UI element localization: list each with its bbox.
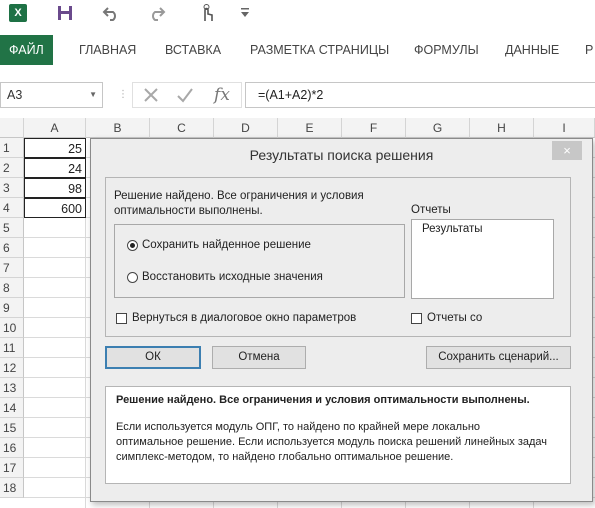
- tab-data[interactable]: ДАННЫЕ: [505, 35, 559, 65]
- return-to-parameters-label: Вернуться в диалоговое окно параметров: [132, 312, 357, 324]
- radio-unselected-icon: [127, 271, 138, 283]
- reports-label: Отчеты: [411, 204, 451, 216]
- formula-buttons: fx: [132, 82, 242, 108]
- row-header[interactable]: 16: [0, 438, 24, 458]
- dialog-title: Результаты поиска решения: [249, 147, 434, 163]
- row-header[interactable]: 2: [0, 158, 24, 178]
- info-heading: Решение найдено. Все ограничения и услов…: [116, 394, 530, 406]
- outline-reports-checkbox[interactable]: Отчеты со: [411, 311, 482, 325]
- ribbon-tabs: ФАЙЛ ГЛАВНАЯ ВСТАВКА РАЗМЕТКА СТРАНИЦЫ Ф…: [0, 35, 595, 65]
- column-header[interactable]: C: [150, 118, 214, 138]
- row-header[interactable]: 11: [0, 338, 24, 358]
- close-button[interactable]: ×: [552, 141, 582, 160]
- row-header[interactable]: 14: [0, 398, 24, 418]
- outline-reports-label: Отчеты со: [427, 312, 483, 324]
- tab-insert[interactable]: ВСТАВКА: [165, 35, 221, 65]
- row-header[interactable]: 6: [0, 238, 24, 258]
- keep-solution-radio[interactable]: Сохранить найденное решение: [127, 237, 387, 253]
- solution-info-panel: Решение найдено. Все ограничения и услов…: [105, 386, 571, 484]
- chevron-down-icon[interactable]: ▼: [89, 83, 97, 107]
- row-header[interactable]: 18: [0, 478, 24, 498]
- info-text-line: симплекс-методом, то найдено глобально о…: [116, 451, 454, 463]
- radio-selected-icon: [127, 239, 138, 251]
- cancel-button[interactable]: Отмена: [212, 346, 306, 369]
- row-header[interactable]: 4: [0, 198, 24, 218]
- formula-bar-grip-icon[interactable]: ⋮: [118, 89, 128, 100]
- column-header[interactable]: A: [24, 118, 86, 138]
- tab-page-layout[interactable]: РАЗМЕТКА СТРАНИЦЫ: [250, 35, 389, 65]
- row-header[interactable]: 9: [0, 298, 24, 318]
- tab-review-partial[interactable]: Р: [585, 35, 593, 65]
- return-to-parameters-checkbox[interactable]: Вернуться в диалоговое окно параметров: [116, 311, 356, 325]
- tab-file[interactable]: ФАЙЛ: [0, 35, 53, 65]
- row-header[interactable]: 8: [0, 278, 24, 298]
- row-header[interactable]: 5: [0, 218, 24, 238]
- row-header[interactable]: 1: [0, 138, 24, 158]
- tab-home[interactable]: ГЛАВНАЯ: [79, 35, 136, 65]
- redo-icon[interactable]: [146, 2, 168, 24]
- formula-bar: A3 ▼ ⋮ fx =(A1+A2)*2: [0, 82, 595, 108]
- reports-listbox[interactable]: Результаты: [411, 219, 554, 299]
- formula-input[interactable]: =(A1+A2)*2: [245, 82, 595, 108]
- cell-a3[interactable]: 98: [24, 178, 86, 198]
- row-header[interactable]: 13: [0, 378, 24, 398]
- solution-options-box: Сохранить найденное решение Восстановить…: [114, 224, 405, 298]
- excel-logo-icon: X: [9, 4, 27, 22]
- quick-access-toolbar: X: [0, 0, 595, 28]
- tab-formulas[interactable]: ФОРМУЛЫ: [414, 35, 479, 65]
- row-header[interactable]: 15: [0, 418, 24, 438]
- cancel-formula-icon[interactable]: [139, 84, 163, 106]
- info-text-line: Если используется модуль ОПГ, то найдено…: [116, 421, 481, 433]
- restore-values-radio[interactable]: Восстановить исходные значения: [127, 269, 387, 285]
- restore-values-label: Восстановить исходные значения: [142, 271, 323, 283]
- column-header[interactable]: F: [342, 118, 406, 138]
- cell-a1[interactable]: 25: [24, 138, 86, 158]
- info-text-line: оптимальное решение. Если используется м…: [116, 436, 548, 448]
- column-header[interactable]: G: [406, 118, 470, 138]
- keep-solution-label: Сохранить найденное решение: [142, 239, 311, 251]
- ok-button[interactable]: ОК: [105, 346, 201, 369]
- customize-qat-icon[interactable]: [240, 2, 250, 24]
- select-all-corner[interactable]: [0, 118, 24, 138]
- checkbox-icon: [411, 312, 422, 324]
- row-header[interactable]: 17: [0, 458, 24, 478]
- column-header[interactable]: H: [470, 118, 534, 138]
- report-item-results[interactable]: Результаты: [422, 222, 553, 237]
- column-header[interactable]: B: [86, 118, 150, 138]
- cell-a4[interactable]: 600: [24, 198, 86, 218]
- save-scenario-button[interactable]: Сохранить сценарий...: [426, 346, 571, 369]
- insert-function-icon[interactable]: fx: [209, 84, 235, 106]
- solution-message: Решение найдено. Все ограничения и услов…: [114, 190, 364, 217]
- name-box-value: A3: [7, 88, 23, 102]
- column-header[interactable]: D: [214, 118, 278, 138]
- row-header[interactable]: 12: [0, 358, 24, 378]
- undo-icon[interactable]: [100, 2, 122, 24]
- enter-formula-icon[interactable]: [173, 84, 197, 106]
- save-icon[interactable]: [56, 2, 74, 24]
- name-box[interactable]: A3 ▼: [0, 82, 103, 108]
- row-header[interactable]: 7: [0, 258, 24, 278]
- cell-a2[interactable]: 24: [24, 158, 86, 178]
- checkbox-icon: [116, 312, 127, 324]
- row-header[interactable]: 3: [0, 178, 24, 198]
- column-header[interactable]: I: [534, 118, 595, 138]
- touch-mode-icon[interactable]: [196, 2, 218, 24]
- solver-results-dialog: Результаты поиска решения × Решение найд…: [90, 138, 593, 502]
- column-header[interactable]: E: [278, 118, 342, 138]
- row-header[interactable]: 10: [0, 318, 24, 338]
